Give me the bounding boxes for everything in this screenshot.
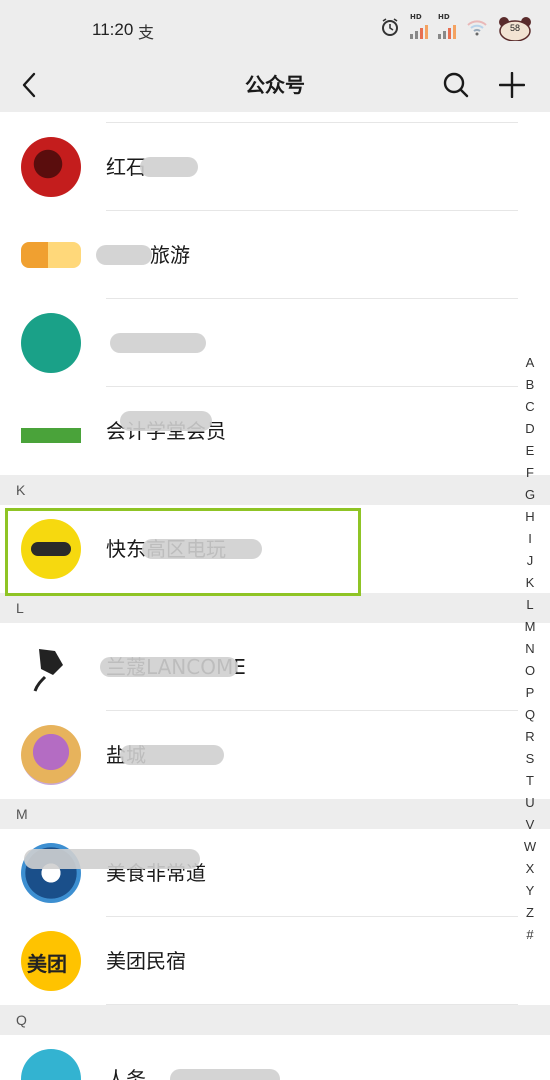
list-item[interactable]: 兰蔻LANCOME [0,623,550,711]
list-item[interactable]: 旅游 [0,211,550,299]
index-letter-l[interactable]: L [526,594,533,616]
privacy-blur [120,411,212,431]
status-time: 11:20 [92,20,134,39]
index-letter-z[interactable]: Z [526,902,534,924]
signal-icon-2: HD [438,13,456,39]
privacy-blur [24,849,200,869]
back-arrow-icon [22,72,36,98]
list-item[interactable]: 美团 美团民宿 [0,917,550,1005]
index-letter-m[interactable]: M [525,616,536,638]
index-letter-u[interactable]: U [525,792,534,814]
account-avatar [21,1049,81,1080]
rose-logo-icon [21,637,81,697]
index-letter-t[interactable]: T [526,770,534,792]
account-name: 美食非常道 [106,861,206,885]
index-letter-p[interactable]: P [526,682,535,704]
list-item[interactable] [0,299,550,387]
account-name: 美团民宿 [106,949,186,973]
search-icon [443,72,469,98]
list-item[interactable]: 美食非常道 [0,829,550,917]
index-letter-d[interactable]: D [525,418,534,440]
index-letter-x[interactable]: X [526,858,535,880]
signal-icon-1: HD [410,13,428,39]
account-avatar [21,519,81,579]
status-icons: HD HD 58 [380,13,532,42]
add-button[interactable] [494,66,530,104]
wifi-icon [466,18,488,40]
official-accounts-list: 红石 旅游 会计学堂会员 K 快东高区电玩 L 兰蔻LANCOME [0,112,550,1080]
index-letter-c[interactable]: C [525,396,534,418]
list-item[interactable]: 盐城 [0,711,550,799]
section-header-m: M [0,799,550,829]
index-letter-a[interactable]: A [526,352,535,374]
privacy-blur [120,745,224,765]
plus-icon [499,72,525,98]
back-button[interactable] [16,66,42,104]
list-item[interactable]: 红石 [0,123,550,211]
list-item[interactable]: 快东高区电玩 [0,505,550,593]
index-letter-hash[interactable]: # [526,924,533,946]
top-nav-bar: 公众号 [0,58,550,112]
account-avatar [21,313,81,373]
index-letter-f[interactable]: F [526,462,534,484]
index-letter-q[interactable]: Q [525,704,535,726]
index-letter-v[interactable]: V [526,814,535,836]
section-header-k: K [0,475,550,505]
privacy-blur [110,333,206,353]
index-letter-r[interactable]: R [525,726,534,748]
account-avatar [21,725,81,785]
battery-icon: 58 [498,17,532,42]
account-name: 会计学堂会员 [106,419,226,443]
alphabet-index[interactable]: A B C D E F G H I J K L M N O P Q R S T U V W X Y Z # [518,352,542,946]
list-top-divider [106,112,518,123]
index-letter-g[interactable]: G [525,484,535,506]
status-bar: 11:20 支 HD HD 58 [0,0,550,58]
account-avatar [21,401,81,461]
alipay-icon: 支 [138,23,155,42]
index-letter-h[interactable]: H [525,506,534,528]
index-letter-i[interactable]: I [528,528,532,550]
list-item[interactable]: 会计学堂会员 [0,387,550,475]
index-letter-o[interactable]: O [525,660,535,682]
battery-level: 58 [509,23,520,33]
index-letter-y[interactable]: Y [526,880,535,902]
search-button[interactable] [438,66,474,104]
list-item[interactable]: 人务 [0,1035,550,1080]
section-header-q: Q [0,1005,550,1035]
privacy-blur [100,657,238,677]
index-letter-k[interactable]: K [526,572,535,594]
index-letter-n[interactable]: N [525,638,534,660]
privacy-blur [142,539,262,559]
index-letter-s[interactable]: S [526,748,535,770]
account-avatar [21,242,81,268]
account-avatar: 美团 [21,931,81,991]
index-letter-w[interactable]: W [524,836,536,858]
index-letter-e[interactable]: E [526,440,535,462]
section-header-l: L [0,593,550,623]
account-avatar [21,137,81,197]
index-letter-j[interactable]: J [527,550,534,572]
privacy-blur [140,157,198,177]
index-letter-b[interactable]: B [526,374,535,396]
privacy-blur [170,1069,280,1080]
account-name: 旅游 [150,243,190,267]
account-name: 人务 [106,1067,146,1080]
alarm-icon [380,17,400,41]
privacy-blur [96,245,152,265]
